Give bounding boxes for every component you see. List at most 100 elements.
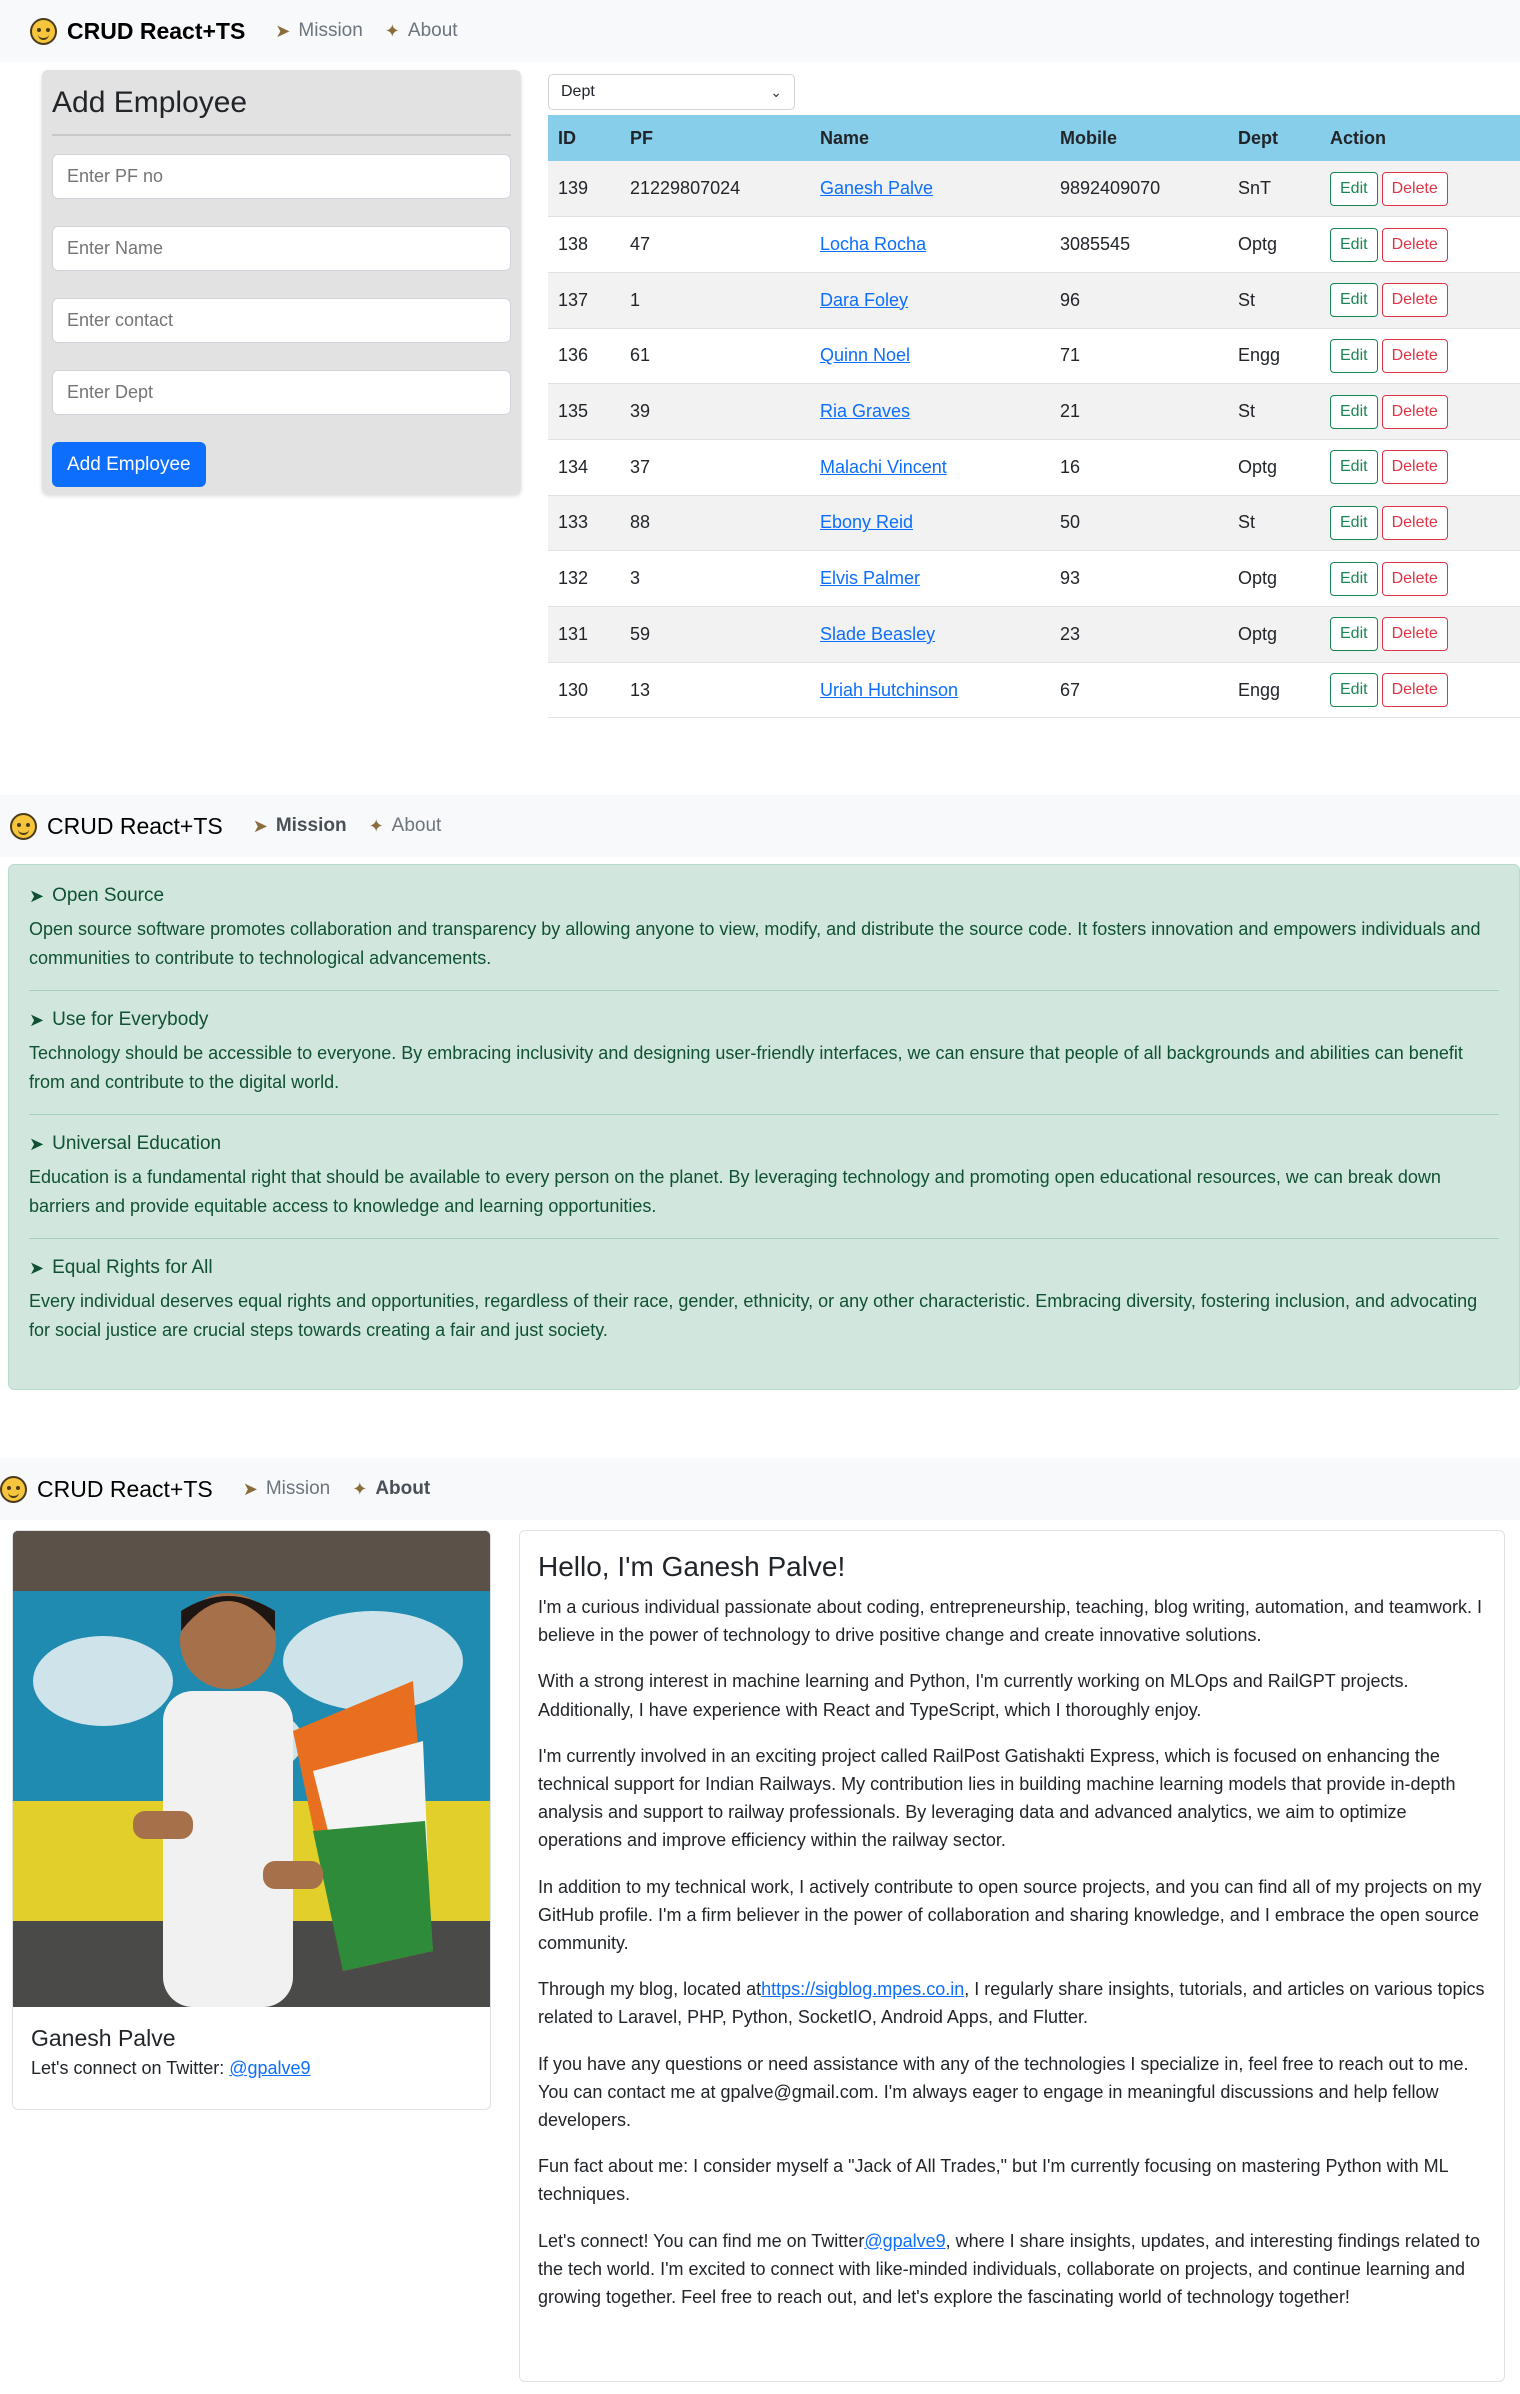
profile-card: Ganesh Palve Let's connect on Twitter: @… bbox=[12, 1530, 491, 2110]
edit-button[interactable]: Edit bbox=[1330, 338, 1378, 373]
dept-input[interactable] bbox=[52, 370, 511, 415]
blog-link[interactable]: https://sigblog.mpes.co.in bbox=[761, 1979, 964, 1999]
nav-mission[interactable]: ➤ Mission bbox=[243, 1478, 331, 1500]
delete-button[interactable]: Delete bbox=[1381, 617, 1448, 652]
mission-item-title: ➤ Use for Everybody bbox=[29, 1009, 1499, 1031]
nav-about[interactable]: ✦ About bbox=[369, 815, 442, 837]
contact-input[interactable] bbox=[52, 298, 511, 343]
cell-action: Edit Delete bbox=[1320, 606, 1520, 663]
cell-pf: 13 bbox=[620, 662, 810, 719]
cell-mobile: 9892409070 bbox=[1050, 161, 1228, 218]
pf-input[interactable] bbox=[52, 154, 511, 199]
cell-id: 134 bbox=[548, 439, 620, 496]
mission-item-title: ➤ Universal Education bbox=[29, 1133, 1499, 1155]
cell-name: Elvis Palmer bbox=[810, 550, 1050, 607]
table-row: 139 21229807024 Ganesh Palve 9892409070 SnT E… bbox=[548, 161, 1520, 218]
cell-dept: St bbox=[1228, 495, 1320, 552]
mission-title-text: Open Source bbox=[52, 885, 165, 906]
add-employee-button[interactable]: Add Employee bbox=[52, 442, 206, 487]
delete-button[interactable]: Delete bbox=[1381, 171, 1448, 206]
delete-button[interactable]: Delete bbox=[1381, 561, 1448, 596]
edit-button[interactable]: Edit bbox=[1330, 505, 1378, 540]
cell-action: Edit Delete bbox=[1320, 216, 1520, 273]
smiley-face-icon bbox=[10, 812, 37, 840]
col-header-mobile: Mobile bbox=[1050, 115, 1228, 161]
cell-id: 136 bbox=[548, 328, 620, 385]
twitter-prefix: Let's connect on Twitter: bbox=[31, 2058, 230, 2078]
employee-name-link[interactable]: Ganesh Palve bbox=[820, 178, 933, 198]
delete-button[interactable]: Delete bbox=[1381, 450, 1448, 485]
edit-button[interactable]: Edit bbox=[1330, 450, 1378, 485]
delete-button[interactable]: Delete bbox=[1381, 394, 1448, 429]
rocket-icon: ➤ bbox=[29, 885, 45, 906]
nav-about-label: About bbox=[407, 20, 458, 41]
delete-button[interactable]: Delete bbox=[1381, 338, 1448, 373]
cell-name: Dara Foley bbox=[810, 272, 1050, 329]
cell-name: Quinn Noel bbox=[810, 328, 1050, 385]
employee-name-link[interactable]: Malachi Vincent bbox=[820, 457, 947, 477]
mission-title-text: Universal Education bbox=[52, 1133, 222, 1154]
cell-action: Edit Delete bbox=[1320, 161, 1520, 218]
table-row: 134 37 Malachi Vincent 16 Optg Edit Delete bbox=[548, 439, 1520, 496]
delete-button[interactable]: Delete bbox=[1381, 673, 1448, 708]
twitter-link[interactable]: @gpalve9 bbox=[229, 2058, 310, 2078]
dept-filter-value: Dept bbox=[561, 83, 595, 100]
name-input[interactable] bbox=[52, 226, 511, 271]
about-paragraph: In addition to my technical work, I acti… bbox=[538, 1876, 1482, 1954]
mission-item-text: Education is a fundamental right that sh… bbox=[29, 1167, 1441, 1216]
profile-twitter: Let's connect on Twitter: @gpalve9 bbox=[13, 2058, 490, 2079]
edit-button[interactable]: Edit bbox=[1330, 283, 1378, 318]
brand-link[interactable]: CRUD React+TS bbox=[0, 1475, 213, 1503]
mission-item: ➤ Open Source Open source software promot… bbox=[29, 885, 1499, 991]
col-header-dept: Dept bbox=[1228, 115, 1320, 161]
cell-pf: 21229807024 bbox=[620, 161, 810, 218]
brand-link[interactable]: CRUD React+TS bbox=[30, 17, 245, 45]
sparkle-icon: ✦ bbox=[352, 1478, 368, 1499]
cell-dept: St bbox=[1228, 272, 1320, 329]
twitter-link[interactable]: @gpalve9 bbox=[864, 2231, 945, 2251]
nav-mission[interactable]: ➤ Mission bbox=[275, 20, 363, 42]
edit-button[interactable]: Edit bbox=[1330, 394, 1378, 429]
edit-button[interactable]: Edit bbox=[1330, 171, 1378, 206]
about-paragraph: Through my blog, located athttps://sigbl… bbox=[538, 1975, 1486, 2031]
navbar-home: CRUD React+TS ➤ Mission ✦ About bbox=[0, 0, 1520, 62]
dept-filter-select[interactable]: Dept ⌄ bbox=[548, 74, 795, 110]
edit-button[interactable]: Edit bbox=[1330, 227, 1378, 262]
cell-action: Edit Delete bbox=[1320, 550, 1520, 607]
employee-name-link[interactable]: Ria Graves bbox=[820, 401, 910, 421]
connect-prefix: Let's connect! You can find me on Twitte… bbox=[538, 2230, 865, 2251]
employee-name-link[interactable]: Slade Beasley bbox=[820, 624, 935, 644]
rocket-icon: ➤ bbox=[252, 815, 268, 836]
table-row: 131 59 Slade Beasley 23 Optg Edit Delete bbox=[548, 606, 1520, 663]
nav-mission-label: Mission bbox=[265, 1478, 331, 1499]
delete-button[interactable]: Delete bbox=[1381, 283, 1448, 318]
cell-dept: SnT bbox=[1228, 161, 1320, 218]
smiley-face-icon bbox=[0, 1475, 27, 1503]
edit-button[interactable]: Edit bbox=[1330, 617, 1378, 652]
brand-link[interactable]: CRUD React+TS bbox=[10, 812, 223, 840]
cell-name: Ebony Reid bbox=[810, 495, 1050, 552]
employee-name-link[interactable]: Uriah Hutchinson bbox=[820, 680, 958, 700]
edit-button[interactable]: Edit bbox=[1330, 561, 1378, 596]
employee-name-link[interactable]: Quinn Noel bbox=[820, 345, 910, 365]
table-row: 137 1 Dara Foley 96 St Edit Delete bbox=[548, 272, 1520, 329]
edit-button[interactable]: Edit bbox=[1330, 673, 1378, 708]
brand-label: CRUD React+TS bbox=[47, 812, 223, 839]
nav-about[interactable]: ✦ About bbox=[385, 20, 458, 42]
cell-id: 131 bbox=[548, 606, 620, 663]
nav-about[interactable]: ✦ About bbox=[352, 1478, 430, 1500]
cell-mobile: 93 bbox=[1050, 550, 1228, 607]
employee-name-link[interactable]: Locha Rocha bbox=[820, 234, 926, 254]
cell-pf: 59 bbox=[620, 606, 810, 663]
rocket-icon: ➤ bbox=[29, 1257, 45, 1278]
navbar-mission: CRUD React+TS ➤ Mission ✦ About bbox=[0, 795, 1520, 857]
delete-button[interactable]: Delete bbox=[1381, 227, 1448, 262]
mission-list: ➤ Open Source Open source software promot… bbox=[8, 864, 1520, 1390]
employee-name-link[interactable]: Ebony Reid bbox=[820, 512, 913, 532]
employee-name-link[interactable]: Elvis Palmer bbox=[820, 568, 920, 588]
delete-button[interactable]: Delete bbox=[1381, 505, 1448, 540]
employee-name-link[interactable]: Dara Foley bbox=[820, 290, 908, 310]
mission-item-text: Technology should be accessible to every… bbox=[29, 1043, 1463, 1092]
cell-dept: Engg bbox=[1228, 662, 1320, 719]
nav-mission[interactable]: ➤ Mission bbox=[253, 815, 347, 837]
